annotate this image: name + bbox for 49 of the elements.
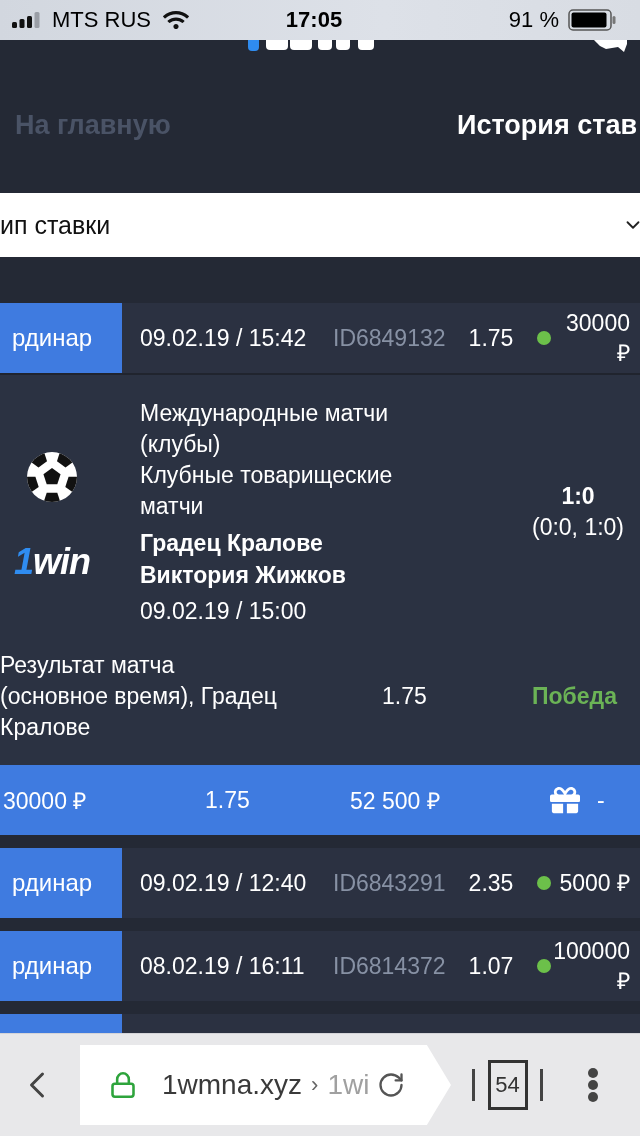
bet-amount: 30000 ₽	[566, 310, 630, 366]
tabs-button[interactable]: 54	[470, 1055, 545, 1115]
address-field[interactable]: 1wmna.xyz › 1wi	[80, 1045, 451, 1125]
signal-icon	[12, 12, 40, 28]
bet-row[interactable]	[0, 1014, 640, 1033]
bet-odds: 1.75	[468, 324, 514, 352]
battery-icon	[568, 9, 616, 31]
cut-off-icon[interactable]	[594, 40, 627, 52]
bet-type-tag: рдинар	[0, 848, 122, 918]
clock-time: 17:05	[285, 7, 343, 33]
soccer-ball-icon	[26, 451, 78, 503]
period-scores: (0:0, 1:0)	[531, 513, 624, 542]
bet-odds: 2.35	[468, 869, 514, 897]
bet-row[interactable]: рдинар 08.02.19 / 16:11 ID6814372 1.07 100000 ₽	[0, 931, 640, 1001]
nav-tab[interactable]: История став	[457, 110, 637, 141]
team-name: Виктория Жижков	[140, 561, 347, 590]
match-score: 1:0	[561, 482, 595, 511]
battery-percent: 91 %	[508, 7, 559, 33]
bet-row[interactable]: рдинар 09.02.19 / 12:40 ID6843291 2.35 5000 ₽	[0, 848, 640, 918]
bet-id: ID6814372	[333, 952, 447, 980]
bet-id: ID6849132	[333, 324, 447, 352]
reload-icon[interactable]	[377, 1071, 406, 1099]
selection-odds: 1.75	[382, 683, 428, 710]
gift-icon	[550, 785, 580, 815]
league-name: Клубные товарищеские матчи	[140, 461, 394, 521]
bet-type-tag: рдинар	[0, 931, 122, 1001]
stake-amount: 30000 ₽	[3, 787, 88, 816]
bet-date: 08.02.19 / 16:11	[140, 952, 306, 980]
vertical-dots-icon	[588, 1068, 598, 1102]
lock-icon	[109, 1071, 137, 1099]
bet-type-dropdown[interactable]: ип ставки	[0, 193, 640, 257]
bet-row[interactable]: рдинар 09.02.19 / 15:42 ID6849132 1.75 30000 ₽	[0, 303, 640, 373]
bet-amount: 100000 ₽	[553, 938, 630, 994]
bet-date: 09.02.19 / 12:40	[140, 869, 308, 897]
bet-date: 09.02.19 / 15:42	[140, 324, 308, 352]
bet-result: Победа	[532, 683, 619, 710]
bet-id: ID6843291	[333, 869, 447, 897]
total-odds: 1.75	[205, 786, 251, 814]
bet-type-tag: рдинар	[0, 303, 122, 373]
match-date: 09.02.19 / 15:00	[140, 597, 308, 626]
bet-market: Результат матча (основное время), Градец Кралове	[0, 651, 278, 742]
payout-amount: 52 500 ₽	[350, 787, 441, 816]
tournament-name: Международные матчи (клубы)	[140, 399, 390, 459]
bet-amount: 5000 ₽	[559, 870, 630, 896]
carrier-name: MTS RUS	[52, 7, 151, 33]
bonus-value: -	[596, 786, 606, 814]
team-name: Градец Кралове	[140, 529, 324, 558]
bet-odds: 1.07	[468, 952, 514, 980]
brand-logo: 1win	[14, 541, 90, 583]
